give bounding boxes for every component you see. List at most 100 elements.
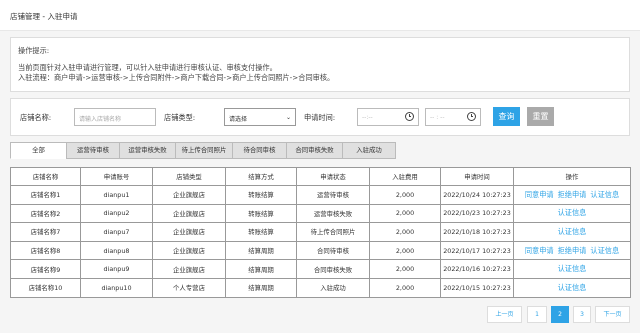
cell-ops: 认证信息 [513, 203, 631, 224]
tab-contract-failed[interactable]: 合同审核失败 [286, 142, 343, 159]
cell-name: 店铺名称2 [10, 203, 81, 224]
cell-status: 入驻成功 [296, 277, 370, 298]
cell-settle: 结算周期 [225, 259, 297, 279]
date-from-input[interactable]: --:-- [357, 108, 419, 126]
tab-ops-failed[interactable]: 运营审核失败 [119, 142, 176, 159]
cell-status: 合同审核失败 [296, 259, 370, 279]
op-link[interactable]: 认证信息 [590, 190, 619, 199]
date-to-input[interactable]: -- : -- [425, 108, 481, 126]
cell-type: 企业旗舰店 [152, 259, 226, 279]
cell-fee: 2,000 [369, 277, 441, 298]
op-link[interactable]: 认证信息 [558, 208, 587, 217]
cell-name: 店铺名称1 [10, 185, 81, 205]
page-button[interactable]: 3 [573, 306, 591, 323]
tab-settled[interactable]: 入驻成功 [342, 142, 396, 159]
table-row: 店铺名称7 dianpu7 企业旗舰店 转账结算 待上传合同照片 2,000 2022/10… [10, 222, 631, 242]
tips-line: 当前页面针对入驻申请进行管理，可以针入驻申请进行审核认证、审核支付操作。 [18, 63, 277, 72]
cell-ops: 认证信息 [513, 259, 631, 279]
cell-status: 待上传合同照片 [296, 222, 370, 242]
page-button[interactable]: 1 [527, 306, 547, 323]
cell-settle: 结算周期 [225, 240, 297, 261]
tips-line: 入驻流程：商户申请->运营审核->上传合同附件->商户下载合同->商户上传合同照… [18, 73, 335, 82]
cell-ops: 认证信息 [513, 277, 631, 298]
cell-settle: 转账结算 [225, 185, 297, 205]
search-panel: 店铺名称: 请输入店铺名称 店铺类型: 请选择 ⌄ 申请时间: --:-- --… [10, 98, 630, 136]
op-link[interactable]: 认证信息 [558, 264, 587, 273]
op-link[interactable]: 同意申请 [525, 190, 554, 199]
date-from-placeholder: --:-- [362, 114, 373, 121]
cell-settle: 转账结算 [225, 203, 297, 224]
cell-settle: 结算周期 [225, 277, 297, 298]
tips-panel: 操作提示: 当前页面针对入驻申请进行管理，可以针入驻申请进行审核认证、审核支付操… [10, 37, 630, 92]
col-header: 申请时间 [440, 167, 514, 186]
reset-button[interactable]: 重置 [527, 107, 554, 126]
table-row: 店铺名称1 dianpu1 企业旗舰店 转账结算 运营待审核 2,000 2022/10/2… [10, 185, 631, 205]
shop-type-value: 请选择 [229, 116, 248, 123]
cell-type: 企业旗舰店 [152, 240, 226, 261]
tab-all[interactable]: 全部 [10, 142, 67, 159]
op-link[interactable]: 同意申请 [525, 246, 554, 255]
shop-name-label: 店铺名称: [20, 113, 52, 122]
cell-account: dianpu7 [80, 222, 153, 242]
shop-apply-table: 店铺名称 申请账号 店铺类型 结算方式 申请状态 入驻费用 申请时间 操作 店铺… [10, 167, 631, 298]
op-link[interactable]: 认证信息 [590, 246, 619, 255]
cell-type: 企业旗舰店 [152, 222, 226, 242]
cell-fee: 2,000 [369, 185, 441, 205]
col-header: 申请状态 [296, 167, 370, 186]
cell-type: 个人专营店 [152, 277, 226, 298]
cell-status: 运营审核失败 [296, 203, 370, 224]
tab-ops-pending[interactable]: 运营待审核 [66, 142, 120, 159]
op-link[interactable]: 认证信息 [558, 283, 587, 292]
cell-account: dianpu1 [80, 185, 153, 205]
shop-type-label: 店铺类型: [164, 113, 196, 122]
next-page-button[interactable]: 下一页 [595, 306, 630, 323]
cell-settle: 转账结算 [225, 222, 297, 242]
date-to-placeholder: -- : -- [430, 114, 445, 121]
table-row: 店铺名称8 dianpu8 企业旗舰店 结算周期 合同待审核 2,000 2022/10/1… [10, 240, 631, 261]
cell-name: 店铺名称9 [10, 259, 81, 279]
prev-page-button[interactable]: 上一页 [487, 306, 522, 323]
cell-time: 2022/10/24 10:27:23 [440, 185, 514, 205]
cell-status: 合同待审核 [296, 240, 370, 261]
op-link[interactable]: 认证信息 [558, 227, 587, 236]
col-header: 入驻费用 [369, 167, 441, 186]
col-header: 店铺类型 [152, 167, 226, 186]
cell-fee: 2,000 [369, 259, 441, 279]
col-header: 申请账号 [80, 167, 153, 186]
cell-type: 企业旗舰店 [152, 185, 226, 205]
chevron-down-icon: ⌄ [285, 114, 291, 121]
op-link[interactable]: 拒绝申请 [558, 246, 587, 255]
cell-time: 2022/10/23 10:27:23 [440, 203, 514, 224]
cell-ops: 同意申请 拒绝申请 认证信息 [513, 240, 631, 261]
shop-name-input[interactable]: 请输入店铺名称 [74, 108, 156, 126]
cell-fee: 2,000 [369, 240, 441, 261]
page-button-current[interactable]: 2 [551, 306, 569, 323]
table-header-row: 店铺名称 申请账号 店铺类型 结算方式 申请状态 入驻费用 申请时间 操作 [10, 167, 631, 186]
table-row: 店铺名称2 dianpu2 企业旗舰店 转账结算 运营审核失败 2,000 2022/10/… [10, 203, 631, 224]
clock-icon[interactable] [405, 112, 414, 121]
cell-account: dianpu2 [80, 203, 153, 224]
tab-contract-pending[interactable]: 待合同审核 [232, 142, 287, 159]
col-header: 店铺名称 [10, 167, 81, 186]
col-header: 结算方式 [225, 167, 297, 186]
table-row: 店铺名称9 dianpu9 企业旗舰店 结算周期 合同审核失败 2,000 2022/10/… [10, 259, 631, 279]
status-tabs: 全部 运营待审核 运营审核失败 待上传合同照片 待合同审核 合同审核失败 入驻成… [10, 142, 396, 159]
cell-name: 店铺名称10 [10, 277, 81, 298]
cell-account: dianpu8 [80, 240, 153, 261]
op-link[interactable]: 拒绝申请 [558, 190, 587, 199]
table-row: 店铺名称10 dianpu10 个人专营店 结算周期 入驻成功 2,000 2022/10/… [10, 277, 631, 298]
cell-type: 企业旗舰店 [152, 203, 226, 224]
col-header: 操作 [513, 167, 631, 186]
cell-time: 2022/10/18 10:27:23 [440, 222, 514, 242]
clock-icon[interactable] [467, 112, 476, 121]
tab-upload-contract[interactable]: 待上传合同照片 [175, 142, 233, 159]
cell-time: 2022/10/15 10:27:23 [440, 277, 514, 298]
shop-type-select[interactable]: 请选择 ⌄ [224, 108, 296, 126]
cell-name: 店铺名称7 [10, 222, 81, 242]
cell-time: 2022/10/16 10:27:23 [440, 259, 514, 279]
breadcrumb: 店铺管理 - 入驻申请 [0, 0, 640, 31]
query-button[interactable]: 查询 [493, 107, 520, 126]
cell-fee: 2,000 [369, 222, 441, 242]
apply-time-label: 申请时间: [304, 113, 336, 122]
cell-account: dianpu10 [80, 277, 153, 298]
